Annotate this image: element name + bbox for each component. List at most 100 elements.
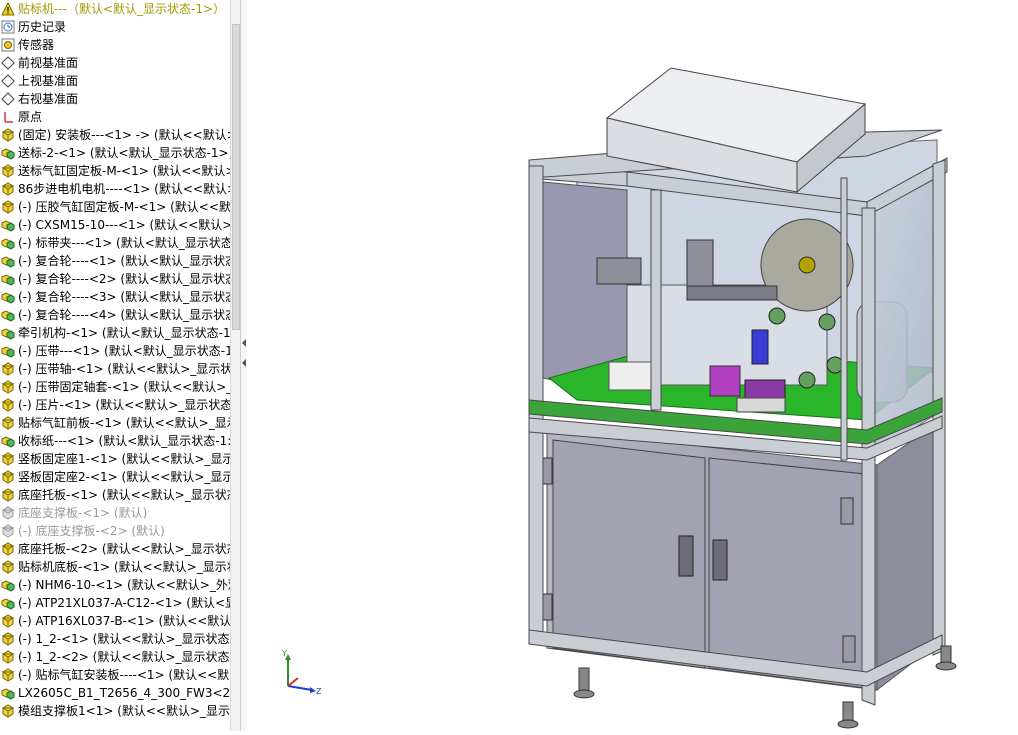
sensor-icon bbox=[1, 38, 15, 52]
tree-item-label: (-) 压片-<1> (默认<<默认>_显示状态 bbox=[18, 398, 230, 412]
tree-item[interactable]: (-) CXSM15-10---<1> (默认<<默认> bbox=[0, 216, 230, 234]
origin-icon bbox=[1, 110, 15, 124]
tree-item[interactable]: (-) 压胶气缸固定板-M-<1> (默认<<默 bbox=[0, 198, 230, 216]
tree-item[interactable]: (-) 压片-<1> (默认<<默认>_显示状态 bbox=[0, 396, 230, 414]
assembly-icon bbox=[1, 272, 15, 286]
graphics-viewport[interactable] bbox=[247, 0, 1018, 731]
tree-item-label: 贴标气缸前板-<1> (默认<<默认>_显示 bbox=[18, 416, 230, 430]
assembly-icon bbox=[1, 218, 15, 232]
tree-item[interactable]: 贴标气缸前板-<1> (默认<<默认>_显示 bbox=[0, 414, 230, 432]
tree-item-label: 底座托板-<2> (默认<<默认>_显示状态 bbox=[18, 542, 230, 556]
tree-item-label: 86步进电机电机----<1> (默认<<默认> bbox=[18, 182, 230, 196]
tree-item-label: (-) NHM6-10-<1> (默认<<默认>_外观 bbox=[18, 578, 230, 592]
tree-item[interactable]: (-) 1_2-<2> (默认<<默认>_显示状态 1 bbox=[0, 648, 230, 666]
purple-block bbox=[709, 365, 741, 397]
tree-item[interactable]: 86步进电机电机----<1> (默认<<默认> bbox=[0, 180, 230, 198]
tree-item-label: (-) 压胶气缸固定板-M-<1> (默认<<默 bbox=[18, 200, 230, 214]
stepper-motor bbox=[596, 257, 642, 285]
tree-root-assembly[interactable]: 贴标机---（默认<默认_显示状态-1>） bbox=[0, 0, 230, 18]
assembly-icon bbox=[1, 254, 15, 268]
tree-item-label: (-) CXSM15-10---<1> (默认<<默认> bbox=[18, 218, 230, 232]
tree-item[interactable]: 底座支撑板-<1> (默认) bbox=[0, 504, 230, 522]
part-icon bbox=[1, 614, 15, 628]
hinge bbox=[842, 635, 856, 663]
tree-item[interactable]: 底座托板-<1> (默认<<默认>_显示状态 bbox=[0, 486, 230, 504]
tree-item[interactable]: LX2605C_B1_T2656_4_300_FW3<2> ( bbox=[0, 684, 230, 702]
tree-item-label: 前视基准面 bbox=[18, 56, 79, 70]
feature-manager-tree[interactable]: 贴标机---（默认<默认_显示状态-1>） 历史记录传感器前视基准面上视基准面 右视… bbox=[0, 0, 230, 731]
tree-item-label: 历史记录 bbox=[18, 20, 67, 34]
tree-item-label: (-) 复合轮----<4> (默认<默认_显示状态 bbox=[18, 308, 230, 322]
part-icon bbox=[1, 650, 15, 664]
tree-item-label: (-) 1_2-<1> (默认<<默认>_显示状态 1 bbox=[18, 632, 230, 646]
tree-item-label: LX2605C_B1_T2656_4_300_FW3<2> ( bbox=[18, 686, 230, 700]
tree-item[interactable]: 底座托板-<2> (默认<<默认>_显示状态 bbox=[0, 540, 230, 558]
tree-item[interactable]: (-) NHM6-10-<1> (默认<<默认>_外观 bbox=[0, 576, 230, 594]
assembly-icon bbox=[1, 326, 15, 340]
tree-item[interactable]: 收标纸---<1> (默认<默认_显示状态-1: bbox=[0, 432, 230, 450]
assembly-icon bbox=[1, 146, 15, 160]
tree-item[interactable]: (-) 复合轮----<4> (默认<默认_显示状态 bbox=[0, 306, 230, 324]
plane-icon bbox=[1, 74, 15, 88]
tree-item[interactable]: (-) 压带---<1> (默认<默认_显示状态-1 bbox=[0, 342, 230, 360]
tree-item-label: 贴标机底板-<1> (默认<<默认>_显示状 bbox=[18, 560, 230, 574]
tree-item-label: (-) 标带夹---<1> (默认<默认_显示状态 bbox=[18, 236, 230, 250]
tree-item-label: 底座支撑板-<1> (默认) bbox=[18, 506, 148, 520]
machine-3d-model[interactable] bbox=[247, 0, 1018, 731]
tree-item-label: (-) 压带固定轴套-<1> (默认<<默认>_ bbox=[18, 380, 230, 394]
tree-item[interactable]: 送标气缸固定板-M-<1> (默认<<默认> bbox=[0, 162, 230, 180]
hinge bbox=[840, 497, 854, 525]
tree-item[interactable]: (固定) 安装板---<1> -> (默认<<默认> bbox=[0, 126, 230, 144]
tree-item[interactable]: (-) 复合轮----<3> (默认<默认_显示状态 bbox=[0, 288, 230, 306]
triad-y-label: Y bbox=[281, 649, 287, 658]
tree-item[interactable]: (-) 贴标气缸安装板----<1> (默认<<默 bbox=[0, 666, 230, 684]
tree-item-label: 贴标机---（默认<默认_显示状态-1>） bbox=[18, 2, 226, 16]
tree-item-label: 竖板固定座2-<1> (默认<<默认>_显示 bbox=[18, 470, 230, 484]
part-icon bbox=[1, 380, 15, 394]
tree-item[interactable]: 前视基准面 bbox=[0, 54, 230, 72]
assembly-icon bbox=[1, 578, 15, 592]
tree-item[interactable]: 原点 bbox=[0, 108, 230, 126]
assembly-icon bbox=[1, 236, 15, 250]
tree-item[interactable]: 竖板固定座2-<1> (默认<<默认>_显示 bbox=[0, 468, 230, 486]
assembly-icon bbox=[1, 596, 15, 610]
tree-item[interactable]: (-) 标带夹---<1> (默认<默认_显示状态 bbox=[0, 234, 230, 252]
tree-item[interactable]: (-) 压带轴-<1> (默认<<默认>_显示状 bbox=[0, 360, 230, 378]
label-reel-hub bbox=[798, 256, 816, 274]
part-suppressed-icon bbox=[1, 524, 15, 538]
tree-item[interactable]: 牵引机构-<1> (默认<默认_显示状态-1 bbox=[0, 324, 230, 342]
assembly-icon bbox=[1, 686, 15, 700]
part-icon bbox=[1, 704, 15, 718]
tree-item-label: 收标纸---<1> (默认<默认_显示状态-1: bbox=[18, 434, 230, 448]
tree-item[interactable]: (-) 压带固定轴套-<1> (默认<<默认>_ bbox=[0, 378, 230, 396]
tree-item-label: (-) 底座支撑板-<2> (默认) bbox=[18, 524, 165, 538]
part-icon bbox=[1, 470, 15, 484]
tree-item-label: 底座托板-<1> (默认<<默认>_显示状态 bbox=[18, 488, 230, 502]
tree-item[interactable]: (-) ATP21XL037-A-C12-<1> (默认<显 bbox=[0, 594, 230, 612]
tree-item-label: 牵引机构-<1> (默认<默认_显示状态-1 bbox=[18, 326, 230, 340]
tree-item[interactable]: 竖板固定座1-<1> (默认<<默认>_显示 bbox=[0, 450, 230, 468]
door-handle-left[interactable] bbox=[678, 535, 694, 577]
tree-item[interactable]: (-) 1_2-<1> (默认<<默认>_显示状态 1 bbox=[0, 630, 230, 648]
tree-item[interactable]: (-) 复合轮----<1> (默认<默认_显示状态 bbox=[0, 252, 230, 270]
tree-item[interactable]: 送标-2-<1> (默认<默认_显示状态-1>) bbox=[0, 144, 230, 162]
part-icon bbox=[1, 362, 15, 376]
tree-item-label: (-) 压带---<1> (默认<默认_显示状态-1 bbox=[18, 344, 230, 358]
tree-item[interactable]: (-) 底座支撑板-<2> (默认) bbox=[0, 522, 230, 540]
tree-item[interactable]: 历史记录 bbox=[0, 18, 230, 36]
guide-rail bbox=[686, 285, 778, 301]
door-handle-right[interactable] bbox=[712, 539, 728, 581]
scrollbar-thumb[interactable] bbox=[232, 24, 240, 330]
tree-item[interactable]: 传感器 bbox=[0, 36, 230, 54]
part-icon bbox=[1, 488, 15, 502]
tree-item[interactable]: 右视基准面 bbox=[0, 90, 230, 108]
cabinet-door-right[interactable] bbox=[708, 457, 866, 689]
part-icon bbox=[1, 398, 15, 412]
tree-item[interactable]: (-) 复合轮----<2> (默认<默认_显示状态 bbox=[0, 270, 230, 288]
tree-item[interactable]: 模组支撑板1<1> (默认<<默认>_显示状 bbox=[0, 702, 230, 720]
tree-item[interactable]: 上视基准面 bbox=[0, 72, 230, 90]
warning-icon bbox=[1, 1, 15, 16]
tree-item[interactable]: 贴标机底板-<1> (默认<<默认>_显示状 bbox=[0, 558, 230, 576]
purple-bracket bbox=[744, 379, 786, 399]
tree-item[interactable]: (-) ATP16XL037-B-<1> (默认<<默认> bbox=[0, 612, 230, 630]
